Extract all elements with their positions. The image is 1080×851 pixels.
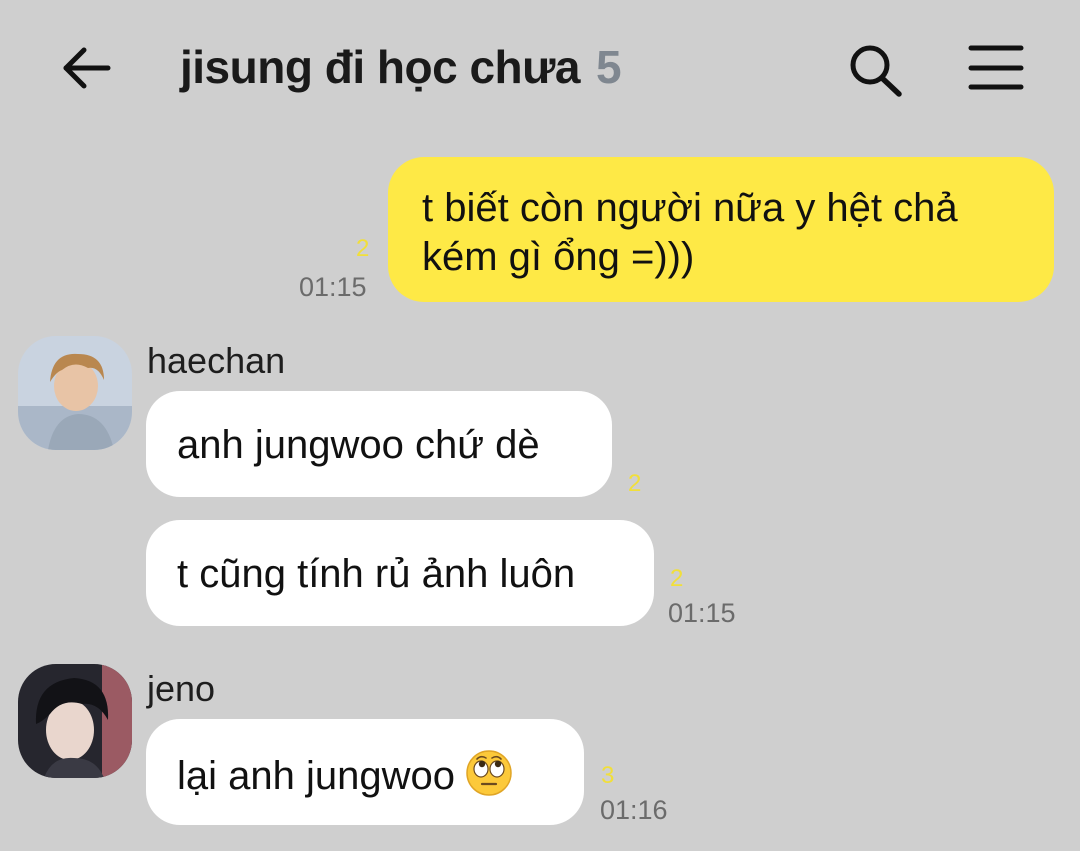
arrow-left-icon <box>63 47 111 89</box>
my-message-bubble[interactable]: t biết còn người nữa y hệt chả kém gì ổn… <box>388 157 1054 302</box>
unread-count: 3 <box>601 762 615 789</box>
chat-title-bar[interactable]: jisung đi học chưa 5 <box>180 40 622 104</box>
avatar-haechan[interactable] <box>18 336 132 450</box>
message-bubble[interactable]: lại anh jungwoo <box>146 719 584 825</box>
sender-name: jeno <box>147 668 216 709</box>
message-text: lại anh jungwoo <box>177 754 455 798</box>
avatar-photo <box>18 336 132 450</box>
message-bubble[interactable]: anh jungwoo chứ dè <box>146 391 612 497</box>
search-icon <box>850 45 902 97</box>
menu-button[interactable] <box>966 40 1026 100</box>
message-bubble[interactable]: t cũng tính rủ ảnh luôn <box>146 520 654 626</box>
avatar-photo <box>18 664 132 778</box>
message-time: 01:15 <box>299 272 367 302</box>
message-time: 01:16 <box>600 795 668 825</box>
unread-count: 2 <box>670 565 684 592</box>
unread-count: 2 <box>628 470 642 497</box>
rolling-eyes-emoji-icon <box>465 749 513 809</box>
unread-count: 2 <box>356 235 370 262</box>
back-button[interactable] <box>58 40 118 100</box>
hamburger-menu-icon <box>968 45 1024 90</box>
member-count: 5 <box>596 41 622 93</box>
message-line: t biết còn người nữa y hệt chả <box>422 186 958 230</box>
avatar-jeno[interactable] <box>18 664 132 778</box>
sender-name: haechan <box>147 340 286 381</box>
message-time: 01:15 <box>668 598 736 628</box>
chat-header: jisung đi học chưa 5 <box>0 0 1080 140</box>
chat-title: jisung đi học chưa <box>180 41 581 93</box>
search-button[interactable] <box>845 40 905 100</box>
message-line: kém gì ổng =))) <box>422 235 695 279</box>
